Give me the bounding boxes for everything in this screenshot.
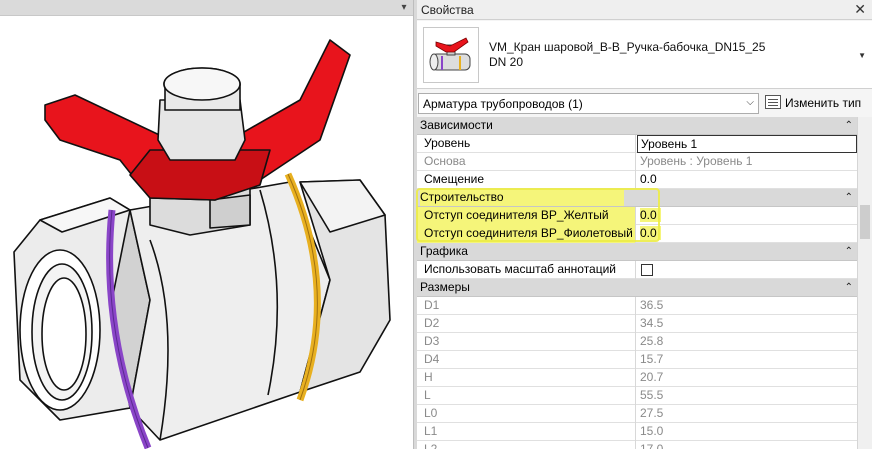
scrollbar-thumb[interactable] (860, 205, 870, 239)
collapse-icon[interactable]: ⌃ (845, 117, 853, 134)
property-value: 25.8 (640, 334, 664, 348)
property-value: 15.7 (640, 352, 664, 366)
type-dropdown-icon[interactable]: ▼ (858, 51, 866, 60)
property-name: D1 (417, 297, 636, 315)
property-value: 34.5 (640, 316, 664, 330)
group-header-graphics[interactable]: Графика ⌃ (417, 243, 857, 261)
property-value: 17.0 (640, 442, 664, 449)
property-row-yellow-connector-offset[interactable]: Отступ соединителя ВР_Желтый 0.0 (417, 207, 857, 225)
close-icon[interactable]: ✕ (854, 1, 866, 18)
property-name: D4 (417, 351, 636, 369)
group-label: Строительство (420, 189, 624, 206)
property-name: Использовать масштаб аннотаций (417, 261, 636, 279)
property-value: 0.0 (640, 226, 661, 240)
group-header-dimensions[interactable]: Размеры ⌃ (417, 279, 857, 297)
property-name: L2 (417, 441, 636, 449)
property-row-offset[interactable]: Смещение 0.0 (417, 171, 857, 189)
3d-view[interactable]: ▾ (0, 0, 413, 449)
properties-panel: Свойства ✕ VM_Кран шаровой_В-В_Ручка-баб… (417, 0, 872, 449)
dimension-row-d1[interactable]: D1 36.5 (417, 297, 857, 315)
view-titlebar: ▾ (0, 0, 413, 16)
property-value-cell[interactable]: 0.0 (637, 207, 857, 225)
group-label: Зависимости (420, 118, 493, 132)
type-selector[interactable]: VM_Кран шаровой_В-В_Ручка-бабочка_DN15_2… (417, 21, 872, 89)
property-name: Отступ соединителя ВР_Желтый (417, 207, 636, 225)
pin-icon[interactable]: ▾ (398, 2, 410, 14)
type-thumbnail (423, 27, 479, 83)
property-value-cell[interactable]: 0.0 (637, 225, 857, 243)
type-name: VM_Кран шаровой_В-В_Ручка-бабочка_DN15_2… (489, 40, 765, 70)
annotation-scale-checkbox[interactable] (641, 264, 653, 276)
property-value: 0.0 (640, 208, 661, 222)
edit-type-button[interactable]: Изменить тип (763, 92, 869, 114)
edit-type-icon (765, 95, 781, 109)
property-name: H (417, 369, 636, 387)
dimension-row-d4[interactable]: D4 15.7 (417, 351, 857, 369)
property-row-host[interactable]: Основа Уровень : Уровень 1 (417, 153, 857, 171)
collapse-icon[interactable]: ⌃ (845, 243, 853, 260)
dimension-row-h[interactable]: H 20.7 (417, 369, 857, 387)
property-row-violet-connector-offset[interactable]: Отступ соединителя ВР_Фиолетовый 0.0 (417, 225, 857, 243)
property-value[interactable]: Уровень 1 (637, 135, 857, 153)
properties-grid: Зависимости ⌃ Уровень Уровень 1 Основа У… (417, 117, 857, 449)
edit-type-label: Изменить тип (785, 96, 862, 110)
instance-filter-dropdown[interactable]: Арматура трубопроводов (1) ⌵ (418, 93, 759, 114)
property-value[interactable]: 0.0 (637, 171, 857, 189)
property-name: L (417, 387, 636, 405)
property-name: Основа (417, 153, 636, 171)
instance-filter-value: Арматура трубопроводов (1) (423, 97, 583, 111)
dimension-row-l[interactable]: L 55.5 (417, 387, 857, 405)
property-name: Отступ соединителя ВР_Фиолетовый (417, 225, 636, 243)
property-value: 55.5 (640, 388, 664, 402)
group-label: Графика (420, 244, 468, 258)
dimension-row-l2[interactable]: L2 17.0 (417, 441, 857, 449)
ball-valve-model (13, 39, 391, 449)
property-row-level[interactable]: Уровень Уровень 1 (417, 135, 857, 153)
collapse-icon[interactable]: ⌃ (845, 279, 853, 296)
group-header-constraints[interactable]: Зависимости ⌃ (417, 117, 857, 135)
type-size-name: DN 20 (489, 55, 524, 69)
collapse-icon[interactable]: ⌃ (845, 189, 853, 206)
dimension-row-d2[interactable]: D2 34.5 (417, 315, 857, 333)
property-name: L1 (417, 423, 636, 441)
property-name: Смещение (417, 171, 636, 189)
property-value: 15.0 (640, 424, 664, 438)
property-name: D3 (417, 333, 636, 351)
properties-titlebar: Свойства ✕ (417, 0, 872, 20)
dimension-row-l0[interactable]: L0 27.5 (417, 405, 857, 423)
property-value: 36.5 (640, 298, 664, 312)
property-value: 27.5 (640, 406, 664, 420)
property-name: Уровень (417, 135, 636, 153)
group-label: Размеры (420, 280, 470, 294)
chevron-down-icon[interactable]: ⌵ (746, 97, 754, 108)
property-value: Уровень : Уровень 1 (640, 154, 753, 168)
dimension-row-d3[interactable]: D3 25.8 (417, 333, 857, 351)
panel-title: Свойства (421, 3, 474, 17)
type-family-name: VM_Кран шаровой_В-В_Ручка-бабочка_DN15_2… (489, 40, 766, 54)
group-header-construction[interactable]: Строительство ⌃ (417, 189, 857, 207)
property-name: D2 (417, 315, 636, 333)
valve-thumbnail-icon (429, 37, 471, 71)
property-row-annotation-scale[interactable]: Использовать масштаб аннотаций (417, 261, 857, 279)
property-value-cell (637, 261, 857, 279)
property-value: 20.7 (640, 370, 664, 384)
properties-scrollbar[interactable] (857, 117, 872, 449)
dimension-row-l1[interactable]: L1 15.0 (417, 423, 857, 441)
property-name: L0 (417, 405, 636, 423)
